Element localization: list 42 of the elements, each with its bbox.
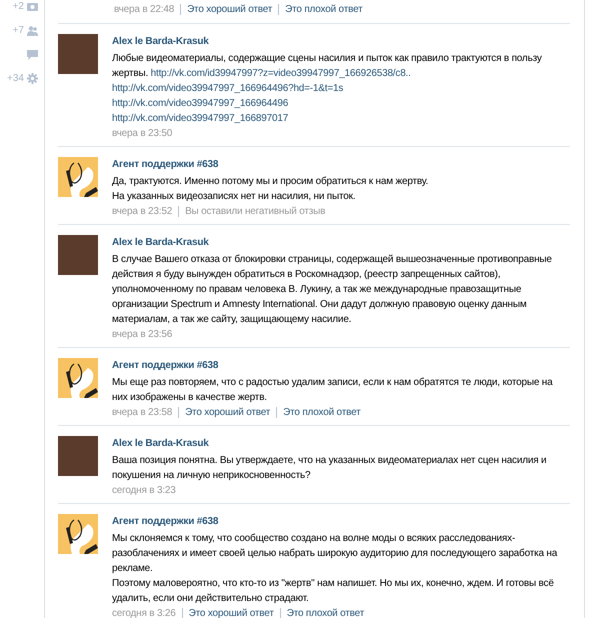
comment-icon[interactable]: [27, 50, 38, 60]
timestamp: сегодня в 3:23: [112, 484, 176, 498]
photo-placeholder[interactable]: [58, 436, 98, 476]
feedback-note: Вы оставили негативный отзыв: [185, 205, 326, 219]
timestamp: вчера в 23:58: [112, 406, 172, 420]
video-link[interactable]: http://vk.com/id39947997?z=video39947997_166926538/c8..: [150, 68, 411, 79]
photo-icon[interactable]: [27, 2, 38, 11]
support-agent-avatar[interactable]: [58, 358, 98, 398]
author-link[interactable]: Alex le Barda-Krasuk: [112, 235, 570, 251]
gear-icon[interactable]: [27, 73, 38, 84]
timestamp: вчера в 22:48: [114, 3, 174, 17]
message-text: На указанных видеозаписях нет ни насилия, ни пыток.: [112, 190, 356, 204]
people-icon[interactable]: [27, 26, 38, 36]
message-text: Поэтому маловероятно, что кто-то из "жертв" нам напишет. Но мы их, конечно, ждем. И готовы всё удалить, если они действительно страдают.: [112, 577, 555, 606]
video-link[interactable]: http://vk.com/video39947997_166897017: [112, 113, 288, 124]
author-link[interactable]: Агент поддержки #638: [112, 514, 570, 530]
rating-link[interactable]: Это хороший ответ: [187, 2, 272, 17]
video-link[interactable]: http://vk.com/video39947997_166964496: [112, 98, 288, 109]
message-text: Любые видеоматериалы, содержащие сцены насилия и пыток как правило трактуются в пользу жертвы. http://vk.com/id39947997?z=video39947997_166926538/c8..: [112, 52, 543, 81]
rating-link[interactable]: Это хороший ответ: [185, 405, 270, 420]
support-agent-avatar[interactable]: [58, 514, 98, 554]
rating-link[interactable]: Это плохой ответ: [283, 405, 360, 420]
rating-link[interactable]: Это хороший ответ: [188, 606, 274, 618]
author-link[interactable]: Alex le Barda-Krasuk: [112, 34, 570, 50]
author-link[interactable]: Агент поддержки #638: [112, 358, 570, 374]
message-text: Мы еще раз повторяем, что с радостью удалим записи, если к нам обратятся те люди, которые на них изображены в качестве жертв.: [112, 376, 554, 405]
timestamp: вчера в 23:52: [112, 205, 172, 219]
rating-link[interactable]: Это плохой ответ: [286, 606, 364, 618]
message-text: Мы склоняемся к тому, что сообщество создано на волне моды о всяких расследованиях-разоблачениях и имеет своей целью набрать широкую аудиторию для последующего заработка на рекламе.: [112, 532, 558, 576]
message-text: Ваша позиция понятна. Вы утверждаете, что на указанных видеоматериалах нет сцен насилия и покушения на личную неприкосновенность?: [112, 454, 548, 483]
rating-link[interactable]: Это плохой ответ: [285, 2, 362, 17]
timestamp: вчера в 23:56: [112, 328, 172, 342]
author-link[interactable]: Агент поддержки #638: [112, 157, 570, 173]
message-text: Да, трактуются. Именно потому мы и просим обратиться к нам жертву.: [112, 175, 430, 189]
timestamp: вчера в 23:50: [112, 127, 172, 141]
video-link[interactable]: http://vk.com/video39947997_166964496?hd=-1&t=1s: [112, 83, 344, 94]
support-agent-avatar[interactable]: [58, 157, 98, 197]
timestamp: сегодня в 3:26: [112, 607, 176, 618]
author-link[interactable]: Alex le Barda-Krasuk: [112, 436, 570, 452]
photo-placeholder[interactable]: [58, 34, 98, 74]
photo-placeholder[interactable]: [58, 235, 98, 275]
message-text: В случае Вашего отказа от блокировки страницы, содержащей вышеозначенные противоправные действия я буду вынужден обратиться в Роскомнадзор, (реестр запрещенных сайтов), уполномоченному по правам человека В. Лукину, а так же международные правозащитные организации Spectrum и Amnesty International. Они дадут должную правовую оценку данным материалам, а так же сайту, защищающему насилие.: [112, 253, 553, 327]
